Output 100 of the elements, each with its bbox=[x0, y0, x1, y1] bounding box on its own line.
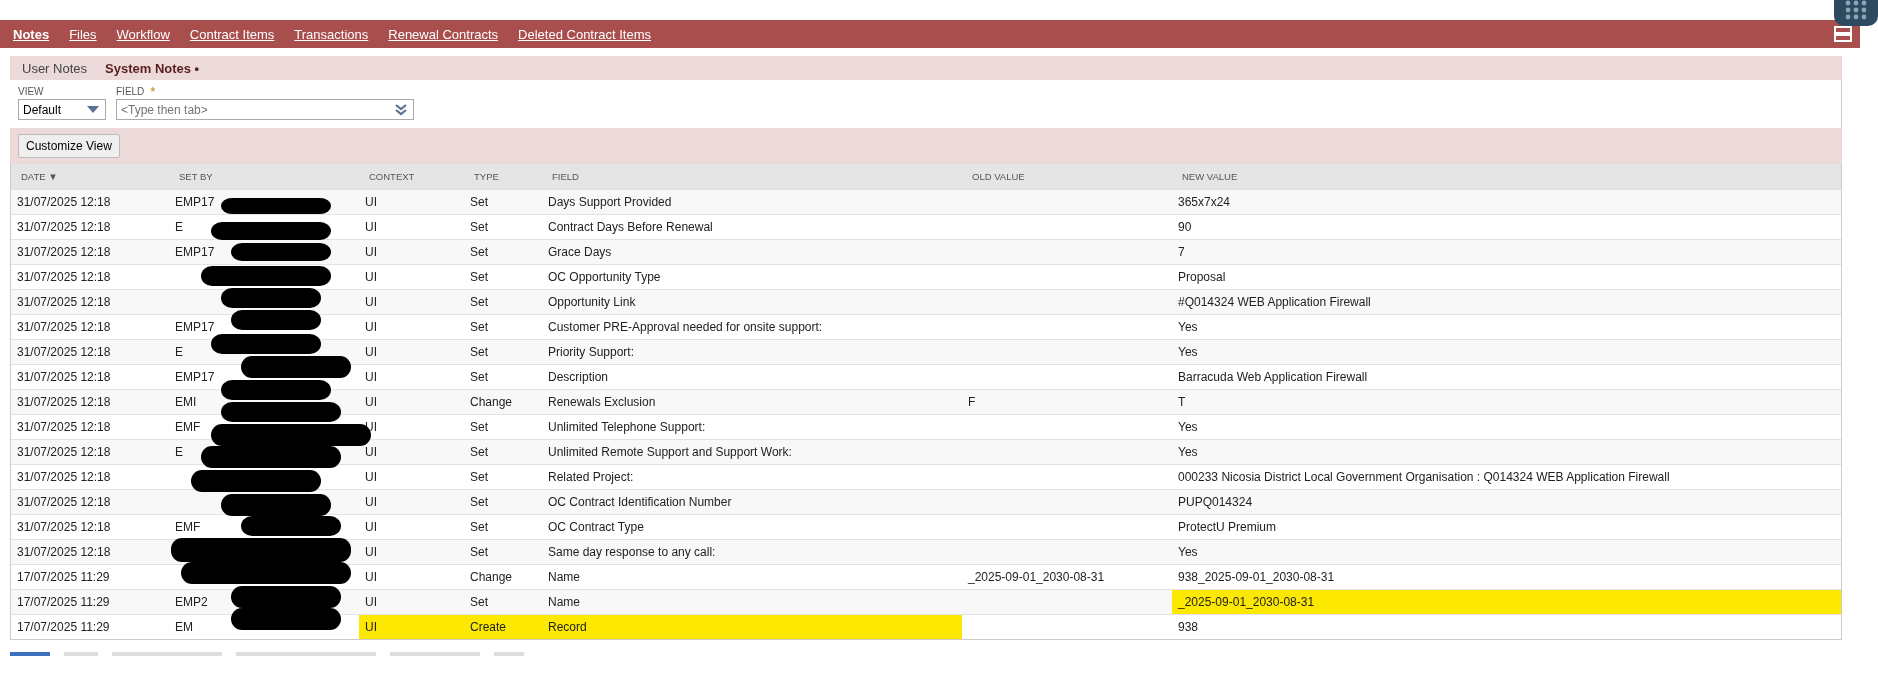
table-cell: OC Contract Identification Number bbox=[548, 495, 732, 509]
table-cell: UI bbox=[365, 445, 377, 459]
table-cell: PUPQ014324 bbox=[1178, 495, 1253, 509]
table-cell: Yes bbox=[1178, 320, 1198, 334]
table-cell: 31/07/2025 12:18 bbox=[17, 495, 111, 509]
table-cell: E bbox=[175, 445, 183, 459]
view-dropdown[interactable]: Default bbox=[18, 99, 106, 120]
table-cell: EMI bbox=[175, 395, 197, 409]
table-cell: 31/07/2025 12:18 bbox=[17, 320, 111, 334]
table-cell: EMP2 bbox=[175, 595, 208, 609]
pagination-button[interactable] bbox=[64, 652, 98, 656]
column-header[interactable]: OLD VALUE bbox=[962, 164, 1172, 190]
table-cell: _2025-09-01_2030-08-31 bbox=[968, 570, 1105, 584]
table-cell: UI bbox=[365, 395, 377, 409]
tab[interactable]: Files bbox=[60, 22, 106, 46]
table-cell: Yes bbox=[1178, 445, 1198, 459]
table-cell: Set bbox=[470, 420, 488, 434]
subtab[interactable]: System Notes • bbox=[99, 58, 206, 78]
table-cell: Barracuda Web Application Firewall bbox=[1178, 370, 1368, 384]
table-cell: UI bbox=[365, 245, 377, 259]
table-cell: UI bbox=[365, 195, 377, 209]
table-cell: Name bbox=[548, 570, 580, 584]
table-cell: 31/07/2025 12:18 bbox=[17, 345, 111, 359]
table-cell: Change bbox=[470, 570, 513, 584]
table-cell: ProtectU Premium bbox=[1178, 520, 1277, 534]
table-cell: 17/07/2025 11:29 bbox=[17, 595, 110, 609]
table-cell: 31/07/2025 12:18 bbox=[17, 295, 111, 309]
table-cell: Set bbox=[470, 470, 488, 484]
pagination-button[interactable] bbox=[390, 652, 480, 656]
table-cell: Set bbox=[470, 595, 488, 609]
table-cell: Grace Days bbox=[548, 245, 612, 259]
tab[interactable]: Notes bbox=[4, 22, 59, 46]
column-header[interactable]: SET BY bbox=[169, 164, 359, 190]
table-cell: Set bbox=[470, 295, 488, 309]
table-cell: 000233 Nicosia District Local Government Organisation : Q014324 WEB Application Firewall bbox=[1178, 470, 1670, 484]
table-cell: UI bbox=[365, 320, 377, 334]
subtab[interactable]: User Notes bbox=[16, 58, 94, 78]
table-cell: 31/07/2025 12:18 bbox=[17, 520, 111, 534]
table-cell: UI bbox=[365, 595, 377, 609]
table-cell: Contract Days Before Renewal bbox=[548, 220, 713, 234]
required-mark: * bbox=[150, 86, 156, 97]
table-cell: Set bbox=[470, 320, 488, 334]
tab[interactable]: Transactions bbox=[285, 22, 378, 46]
table-cell: UI bbox=[365, 470, 377, 484]
table-cell: EMP17 bbox=[175, 195, 215, 209]
pagination-button[interactable] bbox=[236, 652, 376, 656]
table-cell: T bbox=[1178, 395, 1186, 409]
column-header[interactable]: DATE ▼ bbox=[11, 164, 169, 190]
pagination-button[interactable] bbox=[112, 652, 222, 656]
table-cell: UI bbox=[365, 220, 377, 234]
table-cell: Set bbox=[470, 245, 488, 259]
tab[interactable]: Workflow bbox=[107, 22, 179, 46]
tab[interactable]: Contract Items bbox=[180, 22, 284, 46]
table-cell: Unlimited Telephone Support: bbox=[548, 420, 706, 434]
table-cell: Set bbox=[470, 370, 488, 384]
table-cell: EMF bbox=[175, 420, 201, 434]
table-cell: Description bbox=[548, 370, 609, 384]
table-cell: 90 bbox=[1178, 220, 1192, 234]
column-header[interactable]: CONTEXT bbox=[359, 164, 464, 190]
table-cell: Set bbox=[470, 195, 488, 209]
app-launcher-icon[interactable] bbox=[1834, 0, 1878, 26]
table-cell: _2025-09-01_2030-08-31 bbox=[1178, 595, 1315, 609]
table-cell: UI bbox=[365, 620, 377, 634]
table-cell: Related Project: bbox=[548, 470, 634, 484]
customize-view-button[interactable]: Customize View bbox=[18, 134, 120, 158]
table-cell: Days Support Provided bbox=[548, 195, 672, 209]
table-cell: UI bbox=[365, 570, 377, 584]
table-cell: 938_2025-09-01_2030-08-31 bbox=[1178, 570, 1335, 584]
table-cell: Customer PRE-Approval needed for onsite support: bbox=[548, 320, 823, 334]
table-cell: EMP17 bbox=[175, 245, 215, 259]
table-cell: Set bbox=[470, 270, 488, 284]
table-cell: 365x7x24 bbox=[1178, 195, 1231, 209]
table-cell: Renewals Exclusion bbox=[548, 395, 656, 409]
table-cell: Yes bbox=[1178, 420, 1198, 434]
table-cell: OC Opportunity Type bbox=[548, 270, 661, 284]
tab[interactable]: Renewal Contracts bbox=[379, 22, 508, 46]
table-cell: OC Contract Type bbox=[548, 520, 644, 534]
column-header[interactable]: TYPE bbox=[464, 164, 542, 190]
double-chevron-icon bbox=[395, 104, 407, 116]
table-cell: UI bbox=[365, 345, 377, 359]
table-cell: Yes bbox=[1178, 545, 1198, 559]
table-cell: 31/07/2025 12:18 bbox=[17, 395, 111, 409]
pagination-button[interactable] bbox=[10, 652, 50, 656]
table-cell: Set bbox=[470, 220, 488, 234]
table-cell: EM bbox=[175, 620, 193, 634]
table-cell: F bbox=[968, 395, 976, 409]
table-cell: Proposal bbox=[1178, 270, 1226, 284]
table-cell: 7 bbox=[1178, 245, 1185, 259]
menu-icon[interactable] bbox=[1834, 26, 1852, 42]
table-cell: EMP17 bbox=[175, 320, 215, 334]
pagination-button[interactable] bbox=[494, 652, 524, 656]
table-cell: Same day response to any call: bbox=[548, 545, 716, 559]
field-input[interactable]: <Type then tab> bbox=[116, 99, 414, 120]
table-cell: UI bbox=[365, 370, 377, 384]
table-cell: Change bbox=[470, 395, 513, 409]
table-cell: Set bbox=[470, 495, 488, 509]
table-cell: Opportunity Link bbox=[548, 295, 636, 309]
column-header[interactable]: FIELD bbox=[542, 164, 962, 190]
tab[interactable]: Deleted Contract Items bbox=[509, 22, 661, 46]
column-header[interactable]: NEW VALUE bbox=[1172, 164, 1841, 190]
